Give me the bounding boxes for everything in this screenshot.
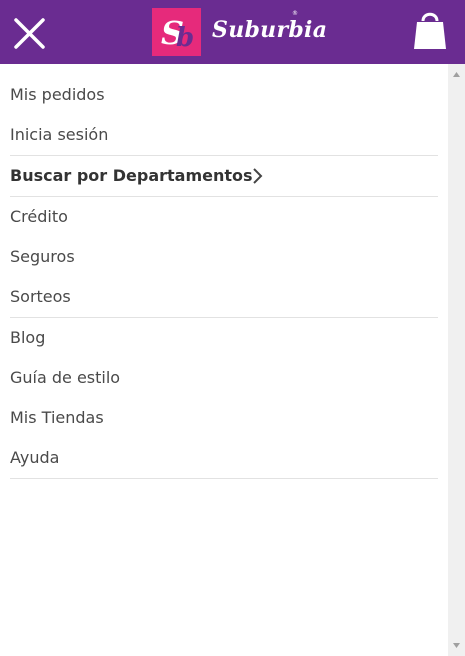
menu-group-account: Mis pedidos Inicia sesión [10, 64, 438, 156]
brand-logo[interactable]: S b Suburbia ® [152, 8, 327, 56]
menu-item-sorteos[interactable]: Sorteos [10, 277, 438, 317]
menu-group-info: Blog Guía de estilo Mis Tiendas Ayuda [10, 318, 438, 479]
menu-item-inicia-sesion[interactable]: Inicia sesión [10, 115, 438, 155]
close-menu-button[interactable] [10, 12, 50, 52]
menu-item-mis-tiendas[interactable]: Mis Tiendas [10, 398, 438, 438]
scroll-down-arrow-icon[interactable] [452, 641, 461, 650]
scroll-up-arrow-icon[interactable] [452, 70, 461, 79]
menu-item-blog[interactable]: Blog [10, 318, 438, 358]
brand-name: Suburbia [212, 17, 328, 43]
shopping-bag-icon [414, 12, 446, 49]
menu-item-guia-de-estilo[interactable]: Guía de estilo [10, 358, 438, 398]
menu-item-seguros[interactable]: Seguros [10, 237, 438, 277]
menu-item-ayuda[interactable]: Ayuda [10, 438, 438, 478]
header-bar: S b Suburbia ® [0, 0, 465, 64]
close-icon [14, 18, 45, 49]
menu-group-departments: Buscar por Departamentos [10, 156, 438, 197]
menu-item-buscar-departamentos[interactable]: Buscar por Departamentos [10, 156, 438, 196]
menu-item-label: Buscar por Departamentos [10, 166, 253, 185]
menu-item-credito[interactable]: Crédito [10, 197, 438, 237]
side-menu: Mis pedidos Inicia sesión Buscar por Dep… [10, 64, 438, 479]
scrollbar[interactable] [448, 64, 465, 656]
chevron-right-icon [253, 168, 263, 184]
brand-monogram: S b [152, 8, 201, 56]
brand-registered-mark: ® [292, 10, 298, 17]
svg-text:b: b [176, 23, 194, 53]
menu-group-services: Crédito Seguros Sorteos [10, 197, 438, 318]
shopping-bag-button[interactable] [412, 8, 448, 52]
menu-item-mis-pedidos[interactable]: Mis pedidos [10, 75, 438, 115]
